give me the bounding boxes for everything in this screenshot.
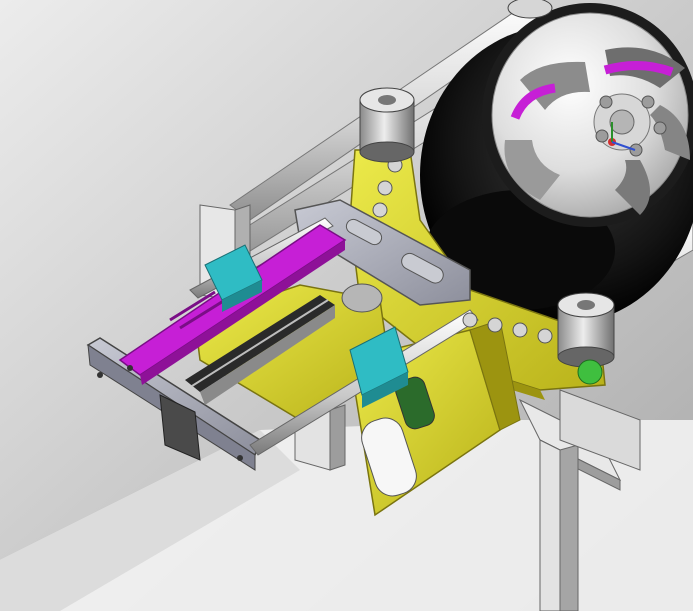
cad-viewport[interactable] xyxy=(0,0,693,611)
roller-icon xyxy=(507,0,553,19)
roller-icon xyxy=(359,87,415,163)
cad-render xyxy=(0,0,693,611)
pulley-icon xyxy=(341,283,383,313)
roller-icon xyxy=(557,292,615,368)
pivot-icon xyxy=(577,359,603,385)
